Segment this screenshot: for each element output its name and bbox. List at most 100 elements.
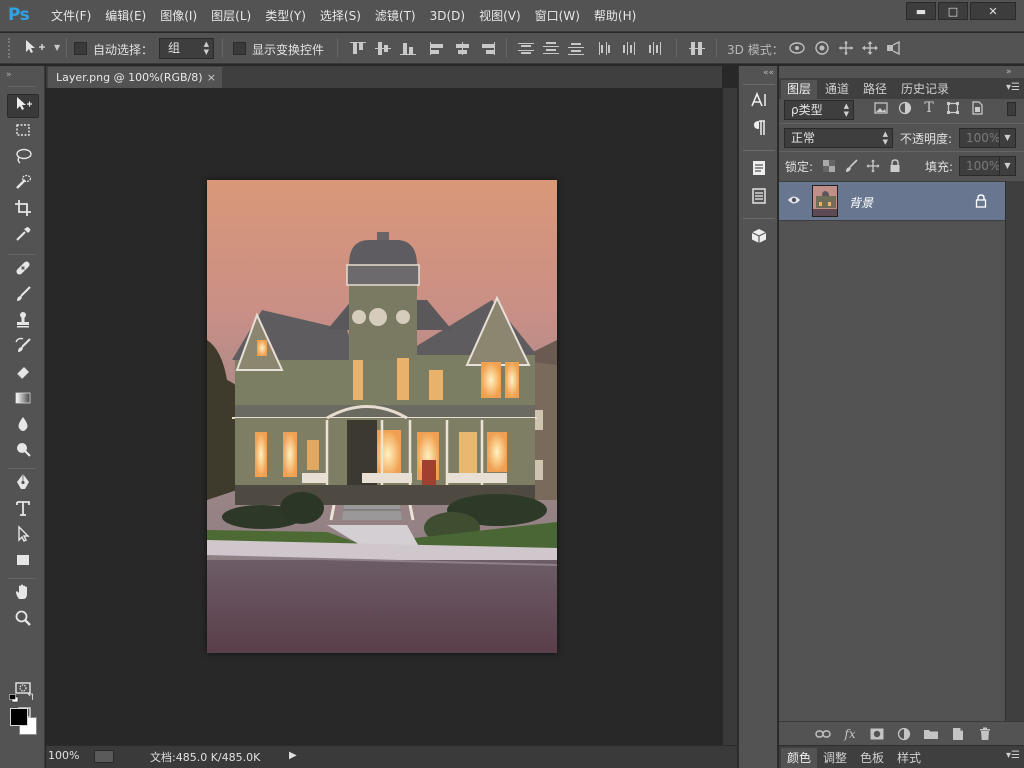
layer-filter-kind-select[interactable]: ρ类型 ▲ ▼ (784, 100, 854, 120)
menu-filter[interactable]: 滤镜(T) (368, 0, 423, 32)
fill-field[interactable]: 100% ▼ (959, 156, 1016, 176)
dodge-tool[interactable] (7, 440, 39, 464)
eraser-tool[interactable] (7, 362, 39, 386)
zoom-level-field[interactable]: 100% (48, 749, 79, 762)
3d-slide-icon[interactable] (861, 40, 879, 60)
filter-type-layers-icon[interactable]: T (921, 100, 937, 116)
filter-adjustment-layers-icon[interactable] (897, 100, 913, 116)
lock-position-icon[interactable] (865, 158, 881, 174)
blur-tool[interactable] (7, 414, 39, 438)
3d-scale-icon[interactable] (885, 40, 903, 60)
menu-view[interactable]: 视图(V) (472, 0, 528, 32)
new-adjustment-layer-icon[interactable] (895, 726, 913, 742)
3d-pan-icon[interactable] (838, 40, 854, 60)
brush-tool[interactable] (7, 284, 39, 308)
align-horizontal-center-icon[interactable] (455, 42, 471, 55)
menu-3d[interactable]: 3D(D) (423, 0, 472, 32)
filter-pixel-layers-icon[interactable] (873, 100, 889, 116)
paragraph-panel-button[interactable] (747, 118, 771, 142)
crop-tool[interactable] (7, 198, 39, 222)
history-brush-tool[interactable] (7, 336, 39, 360)
align-right-icon[interactable] (480, 42, 496, 55)
tab-history[interactable]: 历史记录 (895, 80, 955, 99)
close-button[interactable]: ✕ (970, 2, 1016, 20)
hand-tool[interactable] (7, 582, 39, 606)
gradient-tool[interactable] (7, 388, 39, 412)
distribute-top-icon[interactable] (518, 42, 534, 55)
blend-mode-select[interactable]: 正常 ▲ ▼ (784, 128, 893, 148)
menu-window[interactable]: 窗口(W) (528, 0, 587, 32)
new-group-folder-icon[interactable] (922, 726, 940, 742)
align-left-icon[interactable] (430, 42, 446, 55)
quick-select-tool[interactable] (7, 172, 39, 196)
menu-layer[interactable]: 图层(L) (204, 0, 258, 32)
align-bottom-icon[interactable] (400, 42, 416, 55)
minimize-button[interactable]: ▬ (906, 2, 936, 20)
show-transform-checkbox[interactable] (233, 42, 246, 55)
menu-type[interactable]: 类型(Y) (258, 0, 313, 32)
auto-select-checkbox[interactable] (74, 42, 87, 55)
collapse-tools-icon[interactable]: » (6, 70, 12, 80)
opacity-field[interactable]: 100% ▼ (959, 128, 1016, 148)
options-bar-grip[interactable] (8, 38, 12, 58)
filter-smart-objects-icon[interactable] (969, 100, 985, 116)
lock-transparent-pixels-icon[interactable] (821, 158, 837, 174)
status-menu-arrow-icon[interactable]: ▶ (289, 750, 297, 761)
path-select-tool[interactable] (7, 524, 39, 548)
move-tool[interactable] (7, 94, 39, 118)
layer-style-fx-icon[interactable]: fx (841, 726, 859, 742)
character-panel-button[interactable] (747, 90, 771, 114)
auto-select-target-select[interactable]: 组 ▲ ▼ (159, 38, 214, 59)
fill-dropdown-icon[interactable]: ▼ (999, 157, 1015, 175)
foreground-color-swatch[interactable] (10, 708, 28, 726)
tab-layers[interactable]: 图层 (781, 80, 818, 99)
lock-all-icon[interactable] (887, 158, 903, 174)
properties-panel-button[interactable] (747, 186, 771, 210)
menu-edit[interactable]: 编辑(E) (98, 0, 153, 32)
layer-name[interactable]: 背景 (849, 194, 873, 211)
quick-mask-button[interactable] (7, 678, 39, 702)
layers-scrollbar[interactable] (1005, 181, 1024, 721)
healing-brush-tool[interactable] (7, 258, 39, 282)
clone-stamp-tool[interactable] (7, 310, 39, 334)
notes-panel-button[interactable] (747, 158, 771, 182)
tool-preset-dropdown-icon[interactable]: ▼ (54, 43, 60, 52)
visibility-eye-icon[interactable] (787, 194, 801, 206)
distribute-right-icon[interactable] (648, 42, 664, 55)
tab-channels[interactable]: 通道 (819, 80, 855, 99)
tab-swatches[interactable]: 色板 (854, 748, 890, 768)
align-top-icon[interactable] (350, 42, 366, 55)
opacity-dropdown-icon[interactable]: ▼ (999, 129, 1015, 147)
filter-shape-layers-icon[interactable] (945, 100, 961, 116)
3d-rotate-icon[interactable] (788, 40, 806, 60)
panel-menu-icon[interactable]: ▾☰ (1006, 82, 1020, 93)
menu-image[interactable]: 图像(I) (153, 0, 204, 32)
3d-roll-icon[interactable] (814, 40, 830, 60)
type-tool[interactable] (7, 498, 39, 522)
add-layer-mask-icon[interactable] (868, 726, 886, 742)
tab-paths[interactable]: 路径 (857, 80, 893, 99)
collapse-panel-icon[interactable]: » (1006, 67, 1012, 77)
move-tool-preset-icon[interactable] (24, 39, 46, 59)
bottom-panel-menu-icon[interactable]: ▾☰ (1006, 750, 1020, 761)
document-tab[interactable]: Layer.png @ 100%(RGB/8) × (48, 67, 222, 88)
delete-layer-trash-icon[interactable] (976, 726, 994, 742)
lasso-tool[interactable] (7, 146, 39, 170)
3d-panel-button[interactable] (747, 226, 771, 250)
link-layers-icon[interactable] (814, 726, 832, 742)
eyedropper-tool[interactable] (7, 224, 39, 248)
distribute-bottom-icon[interactable] (568, 42, 584, 55)
menu-file[interactable]: 文件(F) (44, 0, 98, 32)
zoom-tool[interactable] (7, 608, 39, 632)
tab-adjustments[interactable]: 调整 (817, 748, 853, 768)
menu-select[interactable]: 选择(S) (313, 0, 368, 32)
filter-toggle-switch[interactable] (1007, 102, 1016, 116)
new-layer-icon[interactable] (949, 726, 967, 742)
document-profile-icon[interactable] (94, 750, 114, 763)
menu-help[interactable]: 帮助(H) (587, 0, 643, 32)
expand-panels-icon[interactable]: «« (763, 68, 774, 78)
lock-image-pixels-icon[interactable] (843, 158, 859, 174)
distribute-vertical-center-icon[interactable] (543, 42, 559, 55)
rectangle-tool[interactable] (7, 550, 39, 574)
maximize-button[interactable]: □ (938, 2, 968, 20)
